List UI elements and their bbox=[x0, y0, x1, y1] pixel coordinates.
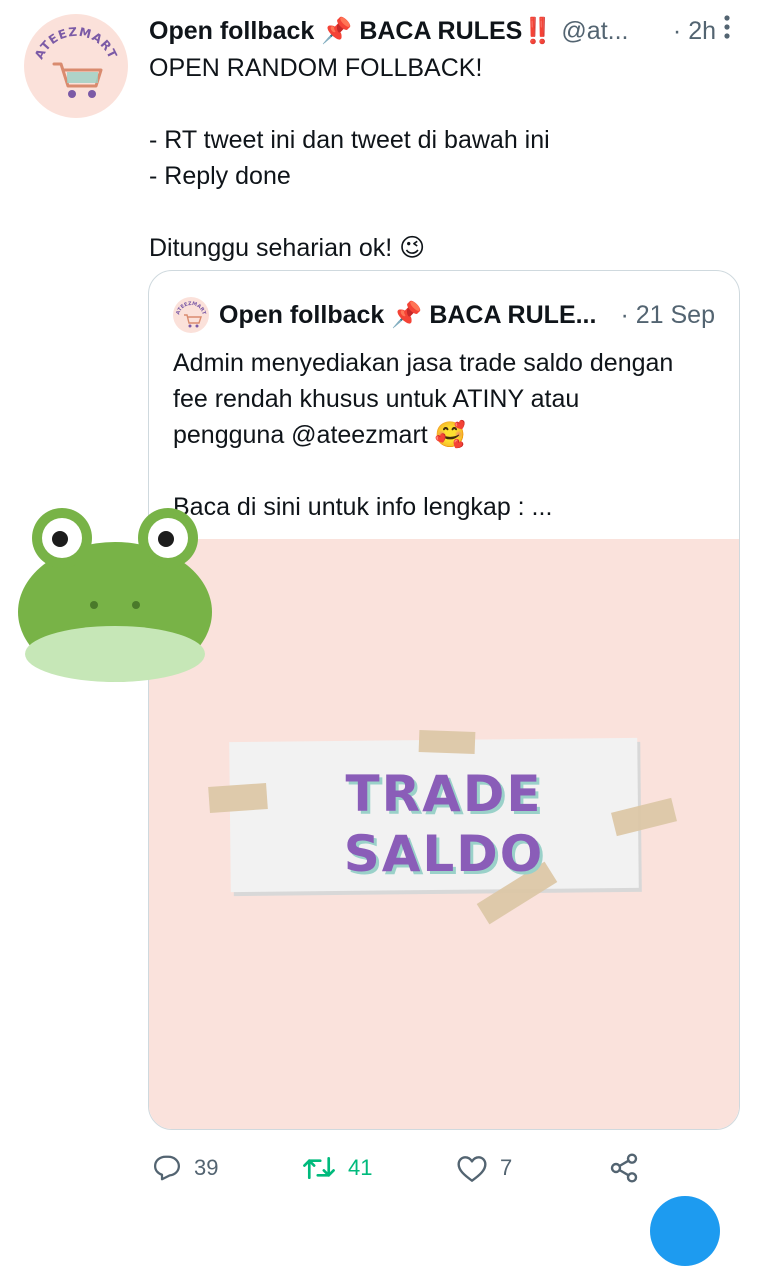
tweet-action-bar: 39 41 7 bbox=[148, 1148, 762, 1188]
quote-author-avatar: ATEEZMART bbox=[173, 297, 209, 333]
author-avatar[interactable]: ATEEZMART bbox=[24, 14, 128, 118]
timestamp-separator: · bbox=[672, 16, 682, 45]
quote-text: Admin menyediakan jasa trade saldo denga… bbox=[173, 345, 713, 525]
reply-icon bbox=[154, 1155, 180, 1181]
media-title-line2: SALDO bbox=[343, 825, 545, 883]
author-name[interactable]: Open follback 📌 BACA RULES‼️ bbox=[149, 17, 553, 46]
media-title-line1: TRADE bbox=[345, 765, 543, 823]
quote-avatar-brand-text: ATEEZMART bbox=[175, 301, 207, 316]
quote-timestamp[interactable]: · 21 Sep bbox=[620, 301, 715, 330]
timestamp-value: 2h bbox=[688, 16, 716, 45]
quote-header: ATEEZMART Open follback 📌 BACA RULE... ·… bbox=[173, 297, 715, 333]
quote-text-line bbox=[173, 453, 713, 489]
quoted-tweet-card[interactable]: ATEEZMART Open follback 📌 BACA RULE... ·… bbox=[148, 270, 740, 1130]
retweet-count: 41 bbox=[348, 1155, 373, 1180]
shopping-cart-icon: ATEEZMART bbox=[32, 25, 120, 98]
compose-tweet-button[interactable] bbox=[650, 1196, 720, 1266]
tweet-text-line: OPEN RANDOM FOLLBACK! bbox=[149, 54, 483, 82]
tweet-header: Open follback 📌 BACA RULES‼️ @at... · 2h bbox=[149, 14, 742, 48]
tweet-text-line bbox=[149, 194, 739, 230]
like-button[interactable]: 7 bbox=[456, 1148, 512, 1188]
avatar-brand-text: ATEEZMART bbox=[32, 25, 119, 62]
frog-sticker bbox=[18, 508, 212, 682]
svg-text:ATEEZMART: ATEEZMART bbox=[175, 301, 207, 316]
tweet-text-line: - Reply done bbox=[149, 162, 291, 190]
more-vertical-icon[interactable] bbox=[722, 14, 732, 40]
retweet-icon bbox=[303, 1156, 335, 1180]
reply-button[interactable]: 39 bbox=[152, 1148, 218, 1188]
retweet-button[interactable]: 41 bbox=[302, 1148, 372, 1188]
quote-author-name[interactable]: Open follback 📌 BACA RULE... bbox=[219, 301, 596, 330]
tweet-text-line: Ditunggu seharian ok! 😉 bbox=[149, 234, 426, 262]
tape-strip bbox=[418, 730, 476, 754]
quote-text-line: Baca di sini untuk info lengkap : ... bbox=[173, 493, 553, 521]
like-icon bbox=[457, 1156, 487, 1182]
author-handle[interactable]: @at... bbox=[561, 17, 628, 46]
tweet-text-line: - RT tweet ini dan tweet di bawah ini bbox=[149, 126, 550, 154]
quote-media-image[interactable]: TRADE SALDO bbox=[149, 539, 739, 1129]
reply-count: 39 bbox=[194, 1155, 219, 1180]
like-count: 7 bbox=[500, 1155, 513, 1180]
quote-text-line: pengguna @ateezmart 🥰 bbox=[173, 421, 466, 449]
share-icon bbox=[610, 1153, 638, 1183]
share-button[interactable] bbox=[608, 1148, 640, 1188]
quote-text-line: Admin menyediakan jasa trade saldo denga… bbox=[173, 349, 674, 377]
svg-text:ATEEZMART: ATEEZMART bbox=[32, 25, 120, 62]
tweet-text-line bbox=[149, 86, 739, 122]
shopping-cart-icon: ATEEZMART bbox=[175, 301, 207, 328]
tweet-text: OPEN RANDOM FOLLBACK! - RT tweet ini dan… bbox=[149, 50, 739, 266]
quote-text-line: fee rendah khusus untuk ATINY atau bbox=[173, 385, 580, 413]
